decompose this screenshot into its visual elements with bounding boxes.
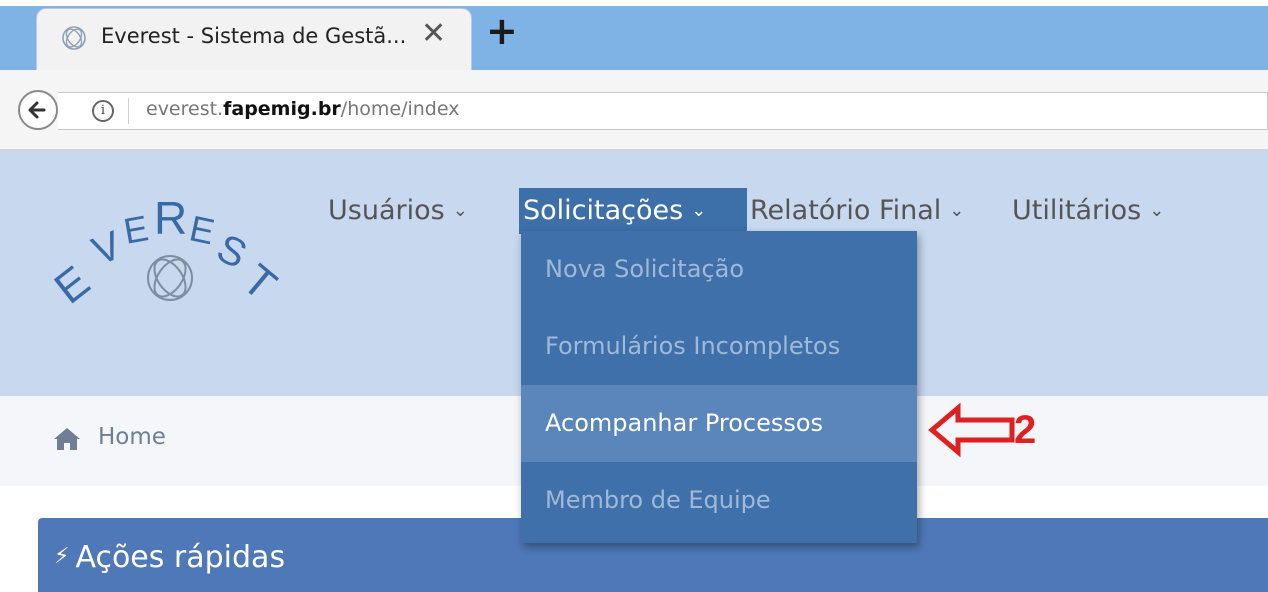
svg-text:S: S — [210, 226, 253, 277]
chevron-down-icon: ⌄ — [1149, 200, 1165, 221]
nav-utilitarios-label: Utilitários — [1012, 195, 1142, 226]
home-icon — [54, 428, 80, 450]
url-separator — [128, 98, 129, 124]
nav-solicitacoes-label: Solicitações ⌄ — [523, 195, 707, 226]
svg-text:V: V — [86, 223, 128, 274]
browser-tab[interactable]: Everest - Sistema de Gestã... ✕ — [36, 8, 472, 70]
svg-text:E: E — [186, 207, 218, 252]
svg-text:E: E — [121, 207, 152, 252]
everest-favicon-icon — [62, 26, 86, 50]
tab-title: Everest - Sistema de Gestã... — [101, 24, 407, 48]
chevron-down-icon: ⌄ — [452, 200, 468, 221]
back-arrow-icon — [28, 101, 46, 119]
url-text: everest.fapemig.br/home/index — [146, 98, 460, 120]
menu-item-acompanhar-processos[interactable]: Acompanhar Processos — [521, 385, 917, 462]
close-icon[interactable]: ✕ — [421, 19, 446, 49]
nav-relatorio-final-label: Relatório Final — [750, 195, 942, 226]
address-bar: i everest.fapemig.br/home/index — [0, 70, 1268, 150]
svg-text:R: R — [154, 192, 187, 244]
menu-item-membro-de-equipe[interactable]: Membro de Equipe — [521, 462, 917, 539]
solicitacoes-dropdown-menu: Nova Solicitação Formulários Incompletos… — [521, 231, 917, 543]
nav-utilitarios[interactable]: Utilitários ⌄ — [1012, 188, 1164, 234]
annotation-number: 2 — [1014, 408, 1037, 452]
svg-text:T: T — [233, 255, 285, 310]
back-button[interactable] — [18, 90, 58, 130]
menu-item-formularios-incompletos[interactable]: Formulários Incompletos — [521, 308, 917, 385]
chevron-down-icon: ⌄ — [949, 200, 965, 221]
new-tab-button[interactable]: + — [486, 12, 518, 50]
browser-tabstrip: Everest - Sistema de Gestã... ✕ + — [0, 0, 1268, 70]
quick-actions-title: ⚡ Ações rápidas — [54, 540, 286, 575]
nav-usuarios[interactable]: Usuários ⌄ — [328, 188, 468, 234]
nav-usuarios-label: Usuários — [328, 195, 445, 226]
nav-solicitacoes[interactable]: Solicitações ⌄ — [519, 188, 747, 234]
nav-relatorio-final[interactable]: Relatório Final ⌄ — [750, 188, 964, 234]
breadcrumb-home-link[interactable]: Home — [98, 424, 166, 450]
info-icon[interactable]: i — [92, 100, 114, 122]
menu-item-nova-solicitacao[interactable]: Nova Solicitação — [521, 231, 917, 308]
window-top-edge — [0, 0, 1268, 6]
url-input[interactable]: i everest.fapemig.br/home/index — [58, 92, 1268, 130]
annotation-arrow-icon — [928, 402, 1015, 458]
everest-logo[interactable]: E V E R E S T — [50, 182, 310, 342]
lightning-icon: ⚡ — [54, 544, 70, 569]
svg-text:E: E — [50, 257, 99, 314]
chevron-down-icon: ⌄ — [691, 200, 707, 221]
